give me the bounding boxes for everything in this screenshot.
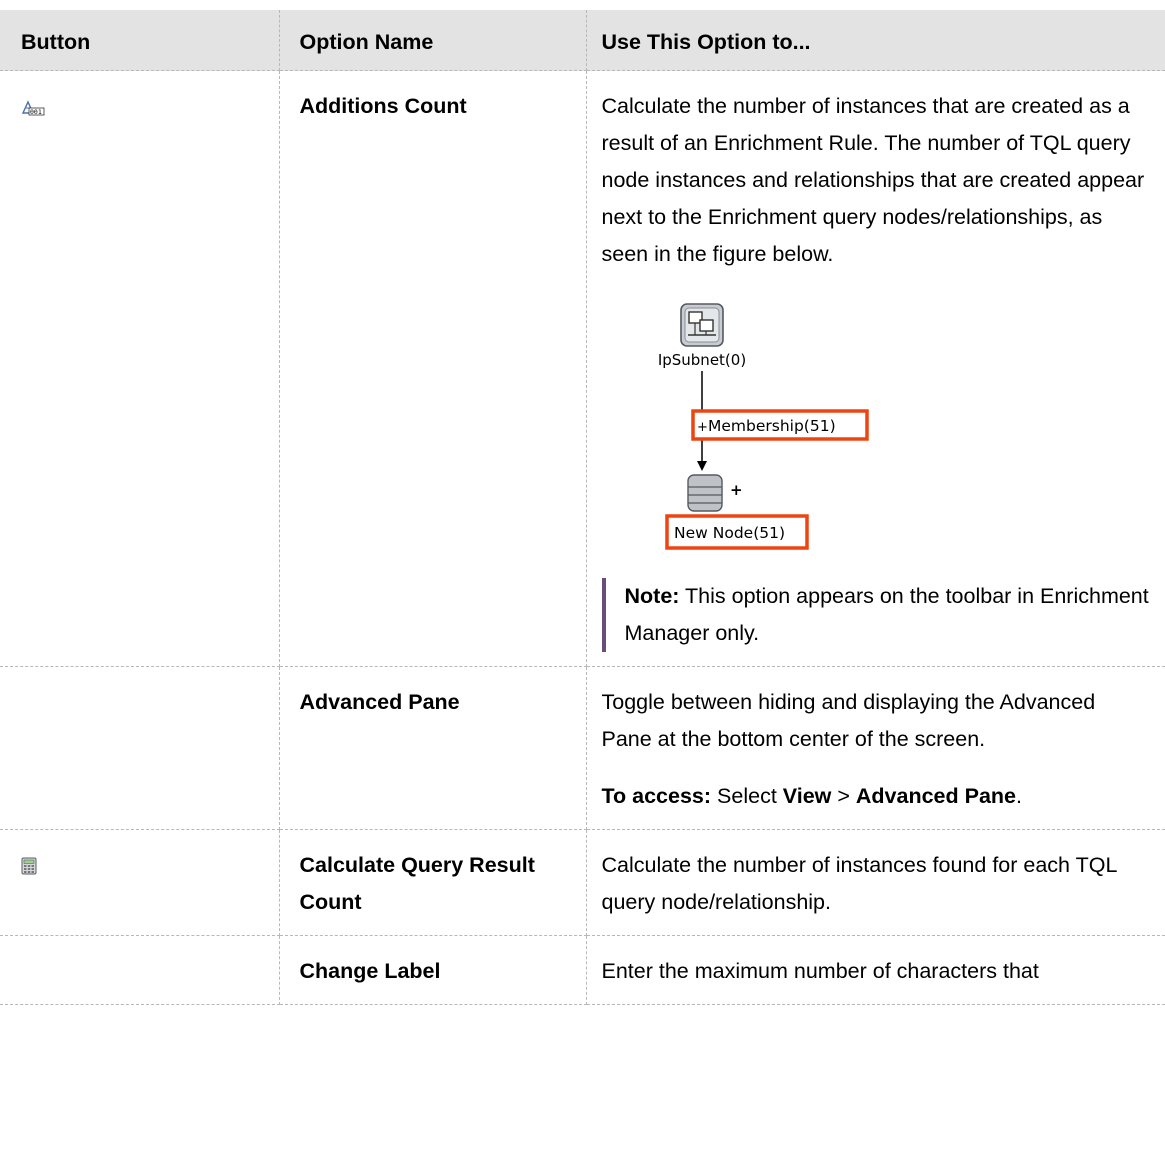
note-label: Note: xyxy=(624,584,680,608)
option-name-calculate-query-result-count: Calculate Query Result Count xyxy=(278,829,587,936)
options-table: Button Option Name Use This Option to...… xyxy=(0,10,1165,1005)
membership-label: Membership(51) xyxy=(708,417,836,435)
button-cell: 001 xyxy=(0,70,280,667)
description-cell: Calculate the number of instances found … xyxy=(585,829,1165,936)
access-end: . xyxy=(1016,784,1022,808)
table-header-row: Button Option Name Use This Option to... xyxy=(0,10,1165,71)
access-target: Advanced Pane xyxy=(855,784,1017,808)
access-view: View xyxy=(782,784,832,808)
access-separator: > xyxy=(831,784,856,808)
new-node-plus: + xyxy=(730,481,743,499)
header-button: Button xyxy=(0,10,280,71)
new-node-label: New Node(51) xyxy=(674,524,785,542)
access-label: To access: xyxy=(601,784,712,808)
header-use-option: Use This Option to... xyxy=(585,10,1165,71)
description-cell: Enter the maximum number of characters t… xyxy=(585,935,1165,1005)
relationship-arrow xyxy=(696,461,707,471)
new-node-icon xyxy=(686,474,723,512)
button-cell xyxy=(0,829,280,936)
ipsubnet-label: IpSubnet(0) xyxy=(657,351,745,369)
option-name-additions-count: Additions Count xyxy=(278,70,587,667)
enrichment-figure: IpSubnet(0) + Membership(51) + New Node(… xyxy=(642,299,892,554)
description-cell: Calculate the number of instances that a… xyxy=(585,70,1165,667)
table-row: Advanced Pane Toggle between hiding and … xyxy=(0,666,1165,830)
button-cell xyxy=(0,666,280,830)
membership-plus: + xyxy=(697,420,708,435)
table-row: 001 Additions Count Calculate the number… xyxy=(0,70,1165,667)
enrichment-graph: IpSubnet(0) + Membership(51) + New Node(… xyxy=(657,303,869,550)
access-select: Select xyxy=(711,784,783,808)
header-option-name: Option Name xyxy=(278,10,587,71)
additions-count-icon: 001 xyxy=(21,91,45,128)
button-cell xyxy=(0,935,280,1005)
note-box: Note: This option appears on the toolbar… xyxy=(601,578,1152,652)
description-cell: Toggle between hiding and displaying the… xyxy=(585,666,1165,830)
note-text: This option appears on the toolbar in En… xyxy=(624,584,1149,645)
option-name-change-label: Change Label xyxy=(278,935,587,1005)
calculator-icon xyxy=(21,850,37,887)
access-instructions: To access: Select View > Advanced Pane. xyxy=(602,778,1152,815)
description-text: Toggle between hiding and displaying the… xyxy=(601,690,1096,751)
table-row: Calculate Query Result Count Calculate t… xyxy=(0,829,1165,936)
option-name-advanced-pane: Advanced Pane xyxy=(278,666,587,830)
ipsubnet-node-icon xyxy=(679,303,724,347)
table-row: Change Label Enter the maximum number of… xyxy=(0,935,1165,1005)
svg-text:001: 001 xyxy=(30,108,42,116)
description-text: Calculate the number of instances that a… xyxy=(601,94,1145,266)
